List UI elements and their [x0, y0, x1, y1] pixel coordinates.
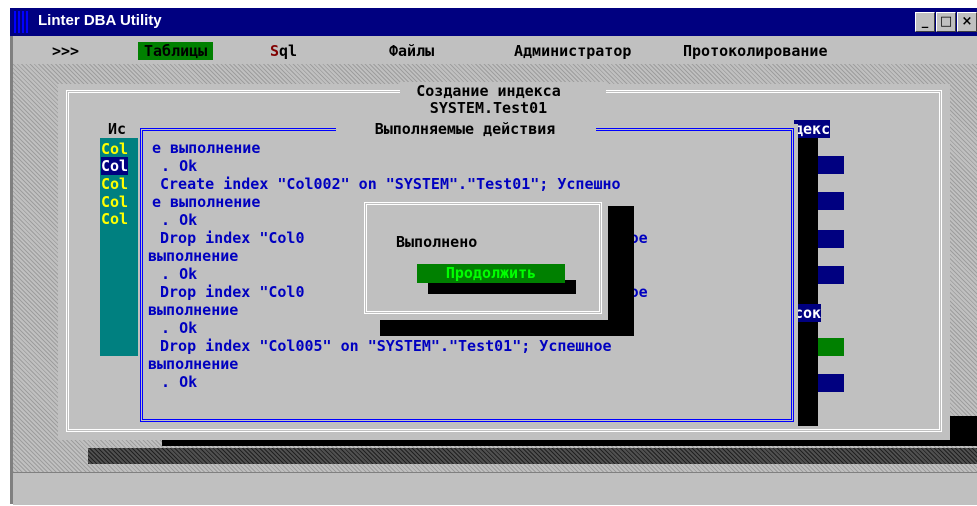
index-list-shadow [796, 138, 818, 426]
index-list-label: сок [794, 304, 822, 322]
dialog-title: Создание индекса [416, 82, 561, 100]
menu-item-files[interactable]: Файлы [389, 42, 434, 60]
menu-hotkey: S [270, 42, 280, 60]
menu-item-tables[interactable]: Таблицы [138, 42, 214, 60]
app-icon [14, 11, 30, 33]
log-line: . Ok [152, 265, 198, 283]
index-field[interactable] [818, 374, 844, 392]
list-item[interactable]: Col [101, 140, 129, 158]
menu-item-admin[interactable]: Администратор [514, 42, 631, 60]
menu-item-logging[interactable]: Протоколирование [683, 42, 828, 60]
log-line: . Ok [152, 211, 198, 229]
actions-log-title: Выполняемые действия [374, 120, 556, 138]
status-bar [13, 472, 977, 505]
log-line: . Ok [152, 373, 198, 391]
list-item[interactable]: Col [101, 193, 129, 211]
list-item[interactable]: Col [101, 210, 129, 228]
log-line: е выполнение [152, 139, 261, 157]
index-field-active[interactable] [818, 338, 844, 356]
menu-item-sql[interactable]: Sql [270, 42, 297, 60]
index-field[interactable] [818, 192, 844, 210]
index-field[interactable] [818, 156, 844, 174]
log-line: выполнение [148, 355, 239, 373]
list-item[interactable]: Col [101, 175, 129, 193]
maximize-icon[interactable]: □ [936, 12, 956, 32]
continue-button[interactable]: Продолжить [417, 264, 565, 283]
shadow-band [88, 448, 977, 464]
menu-item-back[interactable]: >>> [52, 42, 79, 60]
index-field[interactable] [818, 266, 844, 284]
log-line: Drop index "Col005" on "SYSTEM"."Test01"… [160, 337, 612, 355]
log-line: выполнение [148, 247, 239, 265]
close-icon[interactable]: × [957, 12, 977, 32]
index-field[interactable] [818, 230, 844, 248]
modal-message: Выполнено [396, 233, 478, 251]
minimize-icon[interactable]: _ [915, 12, 935, 32]
log-line: . Ok [152, 157, 198, 175]
log-line: е выполнение [152, 193, 261, 211]
list-item-selected[interactable]: Col [101, 157, 129, 175]
menu-item-sql-rest: ql [279, 42, 298, 60]
log-line: Create index "Col002" on "SYSTEM"."Test0… [160, 175, 621, 193]
window-title: Linter DBA Utility [38, 12, 162, 29]
log-line: . Ok [152, 319, 198, 337]
dialog-subtitle: SYSTEM.Test01 [429, 99, 548, 117]
modal-frame [364, 202, 602, 314]
log-line: выполнение [148, 301, 239, 319]
